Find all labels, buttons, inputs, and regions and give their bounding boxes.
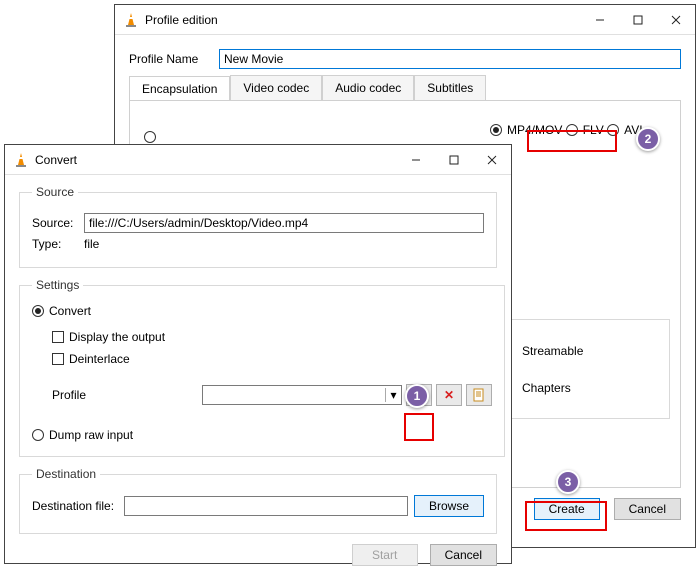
type-label: Type: xyxy=(32,237,84,251)
source-label: Source: xyxy=(32,216,84,230)
profile-title: Profile edition xyxy=(145,13,581,27)
annotation-1: 1 xyxy=(405,384,429,408)
profile-label: Profile xyxy=(52,388,202,402)
maximize-button[interactable] xyxy=(435,145,473,174)
new-profile-button[interactable] xyxy=(466,384,492,406)
profile-name-label: Profile Name xyxy=(129,52,219,66)
annotation-3: 3 xyxy=(556,470,580,494)
new-file-icon xyxy=(472,388,486,402)
deinterlace-check[interactable]: Deinterlace xyxy=(52,352,130,366)
deinterlace-label: Deinterlace xyxy=(69,352,130,366)
settings-legend: Settings xyxy=(32,278,83,292)
tab-video-codec[interactable]: Video codec xyxy=(230,75,322,100)
destination-fieldset: Destination Destination file: Browse xyxy=(19,467,497,534)
dump-raw-radio[interactable]: Dump raw input xyxy=(32,428,133,442)
profile-name-input[interactable] xyxy=(219,49,681,69)
create-button[interactable]: Create xyxy=(534,498,600,520)
vlc-icon xyxy=(123,12,139,28)
minimize-button[interactable] xyxy=(397,145,435,174)
convert-radio-label: Convert xyxy=(49,304,91,318)
cancel-button[interactable]: Cancel xyxy=(614,498,681,520)
vlc-icon xyxy=(13,152,29,168)
dump-raw-label: Dump raw input xyxy=(49,428,133,442)
close-button[interactable] xyxy=(473,145,511,174)
source-input[interactable] xyxy=(84,213,484,233)
maximize-button[interactable] xyxy=(619,5,657,34)
feature-chapters-label: Chapters xyxy=(522,381,571,395)
tab-subtitles[interactable]: Subtitles xyxy=(414,75,486,100)
close-button[interactable] xyxy=(657,5,695,34)
browse-button[interactable]: Browse xyxy=(414,495,484,517)
destination-input[interactable] xyxy=(124,496,408,516)
radio-mp4-mov[interactable]: MP4/MOV xyxy=(490,123,562,137)
destination-legend: Destination xyxy=(32,467,100,481)
type-value: file xyxy=(84,237,99,251)
convert-window: Convert Source Source: Type: file Settin… xyxy=(4,144,512,564)
settings-fieldset: Settings Convert Display the output Dein… xyxy=(19,278,505,457)
annotation-2: 2 xyxy=(636,127,660,151)
radio-flv[interactable]: FLV xyxy=(566,123,604,137)
convert-radio[interactable]: Convert xyxy=(32,304,91,318)
convert-title: Convert xyxy=(35,153,397,167)
feature-streamable-label: Streamable xyxy=(522,344,583,358)
delete-profile-button[interactable]: ✕ xyxy=(436,384,462,406)
radio-mp4-mov-label: MP4/MOV xyxy=(507,123,562,137)
profile-combo[interactable]: ▾ xyxy=(202,385,402,405)
minimize-button[interactable] xyxy=(581,5,619,34)
convert-titlebar: Convert xyxy=(5,145,511,175)
radio-hidden-1[interactable] xyxy=(144,131,161,143)
destination-label: Destination file: xyxy=(32,499,124,513)
profile-titlebar: Profile edition xyxy=(115,5,695,35)
start-button[interactable]: Start xyxy=(352,544,418,566)
convert-cancel-button[interactable]: Cancel xyxy=(430,544,497,566)
encapsulation-tabs: Encapsulation Video codec Audio codec Su… xyxy=(129,75,681,100)
source-fieldset: Source Source: Type: file xyxy=(19,185,497,268)
delete-x-icon: ✕ xyxy=(444,388,454,402)
dropdown-arrow-icon: ▾ xyxy=(385,388,401,402)
display-output-check[interactable]: Display the output xyxy=(52,330,165,344)
source-legend: Source xyxy=(32,185,78,199)
tab-encapsulation[interactable]: Encapsulation xyxy=(129,76,230,101)
radio-flv-label: FLV xyxy=(583,123,604,137)
display-output-label: Display the output xyxy=(69,330,165,344)
tab-audio-codec[interactable]: Audio codec xyxy=(322,75,414,100)
